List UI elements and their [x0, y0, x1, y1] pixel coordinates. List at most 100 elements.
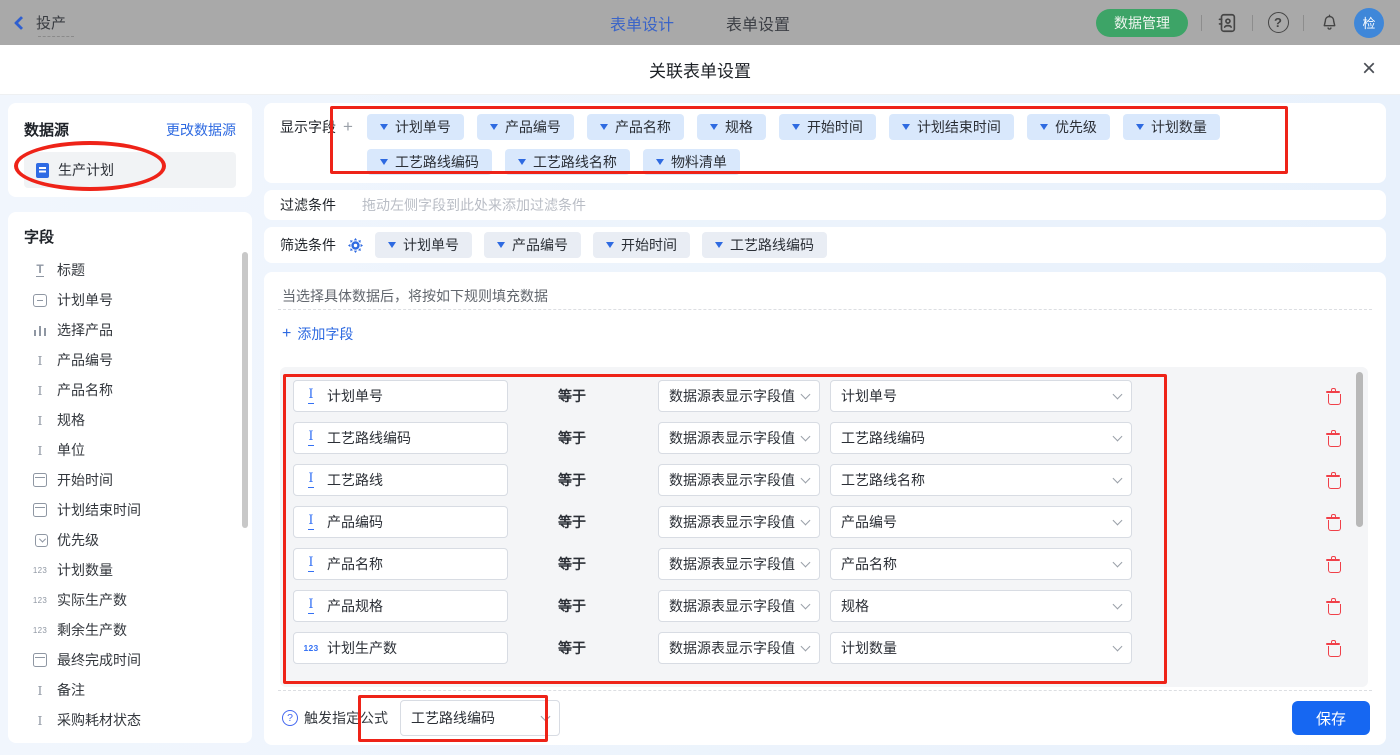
close-icon[interactable]: ×: [1362, 57, 1376, 81]
address-book-icon[interactable]: [1215, 11, 1239, 35]
save-button[interactable]: 保存: [1292, 701, 1370, 735]
trigger-field-select[interactable]: 工艺路线编码: [400, 700, 560, 736]
delete-icon[interactable]: [1326, 388, 1341, 405]
add-field-button[interactable]: + 添加字段: [282, 324, 353, 344]
data-manage-button[interactable]: 数据管理: [1096, 8, 1188, 37]
rule-field-label: 工艺路线: [327, 472, 383, 488]
rule-source-select[interactable]: 数据源表显示字段值: [658, 422, 820, 454]
display-field-tag[interactable]: 工艺路线名称: [504, 149, 630, 175]
datasource-title: 数据源: [24, 122, 70, 139]
back-underline: [38, 36, 74, 37]
display-field-tag[interactable]: 开始时间: [778, 114, 876, 140]
rule-field-label: 产品编码: [327, 514, 383, 530]
field-item[interactable]: 优先级: [24, 525, 236, 555]
caret-down-icon: [497, 242, 505, 248]
rule-field-box[interactable]: 计划单号: [293, 380, 508, 412]
chevron-down-icon: [1112, 473, 1123, 483]
change-datasource-link[interactable]: 更改数据源: [166, 120, 236, 140]
field-item[interactable]: 标题: [24, 255, 236, 285]
sift-field-tag[interactable]: 计划单号: [375, 232, 472, 258]
help-icon[interactable]: ?: [282, 710, 298, 726]
select-value: 产品编号: [841, 514, 897, 530]
field-item[interactable]: 单位: [24, 435, 236, 465]
rule-field-box[interactable]: 产品规格: [293, 590, 508, 622]
rule-field-box[interactable]: 产品编码: [293, 506, 508, 538]
field-item[interactable]: 剩余生产数: [24, 615, 236, 645]
rule-field-box[interactable]: 计划生产数: [293, 632, 508, 664]
delete-icon[interactable]: [1326, 514, 1341, 531]
field-item-label: 实际生产数: [57, 592, 127, 608]
delete-icon[interactable]: [1326, 598, 1341, 615]
gear-icon[interactable]: [348, 237, 363, 253]
tab-form-design[interactable]: 表单设计: [610, 11, 674, 35]
rule-source-select[interactable]: 数据源表显示字段值: [658, 464, 820, 496]
field-item[interactable]: 采购耗材状态: [24, 705, 236, 735]
tag-label: 工艺路线编码: [730, 237, 814, 253]
rule-field-box[interactable]: 产品名称: [293, 548, 508, 580]
fields-scrollbar[interactable]: [242, 252, 248, 528]
rule-source-select[interactable]: 数据源表显示字段值: [658, 506, 820, 538]
rules-scrollbar[interactable]: [1356, 372, 1363, 527]
field-item[interactable]: 产品编号: [24, 345, 236, 375]
rule-source-select[interactable]: 数据源表显示字段值: [658, 380, 820, 412]
rule-source-select[interactable]: 数据源表显示字段值: [658, 632, 820, 664]
avatar[interactable]: 检: [1354, 7, 1384, 38]
display-field-tag[interactable]: 计划数量: [1122, 114, 1220, 140]
field-item[interactable]: 选择产品: [24, 315, 236, 345]
datasource-item[interactable]: 生产计划: [24, 152, 236, 188]
help-icon[interactable]: ?: [1266, 11, 1290, 35]
display-field-tag[interactable]: 优先级: [1026, 114, 1110, 140]
tag-label: 规格: [724, 119, 753, 135]
rules-rows-container: 计划单号 等于 数据源表显示字段值 计划单号 工艺路线编码 等于 数据源表显示字…: [280, 367, 1368, 687]
back-button[interactable]: 投产: [13, 12, 74, 37]
filter-placeholder[interactable]: 拖动左侧字段到此处来添加过滤条件: [362, 195, 586, 215]
sift-field-tag[interactable]: 开始时间: [593, 232, 690, 258]
rule-value-select[interactable]: 工艺路线编码: [830, 422, 1132, 454]
field-item[interactable]: 规格: [24, 405, 236, 435]
rule-value-select[interactable]: 工艺路线名称: [830, 464, 1132, 496]
caret-down-icon: [379, 159, 388, 165]
display-field-tag[interactable]: 产品编号: [476, 114, 574, 140]
rule-value-select[interactable]: 产品名称: [830, 548, 1132, 580]
field-item[interactable]: 产品名称: [24, 375, 236, 405]
caret-down-icon: [606, 242, 614, 248]
rule-source-select[interactable]: 数据源表显示字段值: [658, 548, 820, 580]
bell-icon[interactable]: [1317, 11, 1341, 35]
display-field-tag[interactable]: 规格: [696, 114, 766, 140]
rule-source-select[interactable]: 数据源表显示字段值: [658, 590, 820, 622]
add-display-field-icon[interactable]: +: [343, 114, 353, 172]
display-field-tag[interactable]: 工艺路线编码: [366, 149, 492, 175]
field-item[interactable]: 实际生产数: [24, 585, 236, 615]
sift-field-tag[interactable]: 工艺路线编码: [702, 232, 827, 258]
field-item[interactable]: 计划结束时间: [24, 495, 236, 525]
rule-field-box[interactable]: 工艺路线: [293, 464, 508, 496]
tab-form-settings[interactable]: 表单设置: [726, 11, 790, 35]
rule-value-select[interactable]: 产品编号: [830, 506, 1132, 538]
select-value: 规格: [841, 598, 869, 614]
field-item[interactable]: 计划数量: [24, 555, 236, 585]
rule-value-select[interactable]: 计划单号: [830, 380, 1132, 412]
display-field-tag[interactable]: 计划单号: [366, 114, 464, 140]
sift-field-tag[interactable]: 产品编号: [484, 232, 581, 258]
rule-operator: 等于: [558, 388, 586, 404]
display-field-tag[interactable]: 物料清单: [642, 149, 740, 175]
sift-label: 筛选条件: [280, 237, 336, 253]
delete-icon[interactable]: [1326, 430, 1341, 447]
caret-down-icon: [901, 124, 910, 130]
field-item[interactable]: 备注: [24, 675, 236, 705]
field-item[interactable]: 最终完成时间: [24, 645, 236, 675]
select-value: 数据源表显示字段值: [669, 514, 795, 530]
number-icon: [32, 596, 48, 605]
rule-value-select[interactable]: 规格: [830, 590, 1132, 622]
display-field-tag[interactable]: 计划结束时间: [888, 114, 1014, 140]
delete-icon[interactable]: [1326, 472, 1341, 489]
field-item[interactable]: 开始时间: [24, 465, 236, 495]
delete-icon[interactable]: [1326, 640, 1341, 657]
rule-field-box[interactable]: 工艺路线编码: [293, 422, 508, 454]
display-field-tag[interactable]: 产品名称: [586, 114, 684, 140]
rule-value-select[interactable]: 计划数量: [830, 632, 1132, 664]
field-item-label: 选择产品: [57, 322, 113, 338]
delete-icon[interactable]: [1326, 556, 1341, 573]
field-item[interactable]: 计划单号: [24, 285, 236, 315]
select-value: 数据源表显示字段值: [669, 556, 795, 572]
